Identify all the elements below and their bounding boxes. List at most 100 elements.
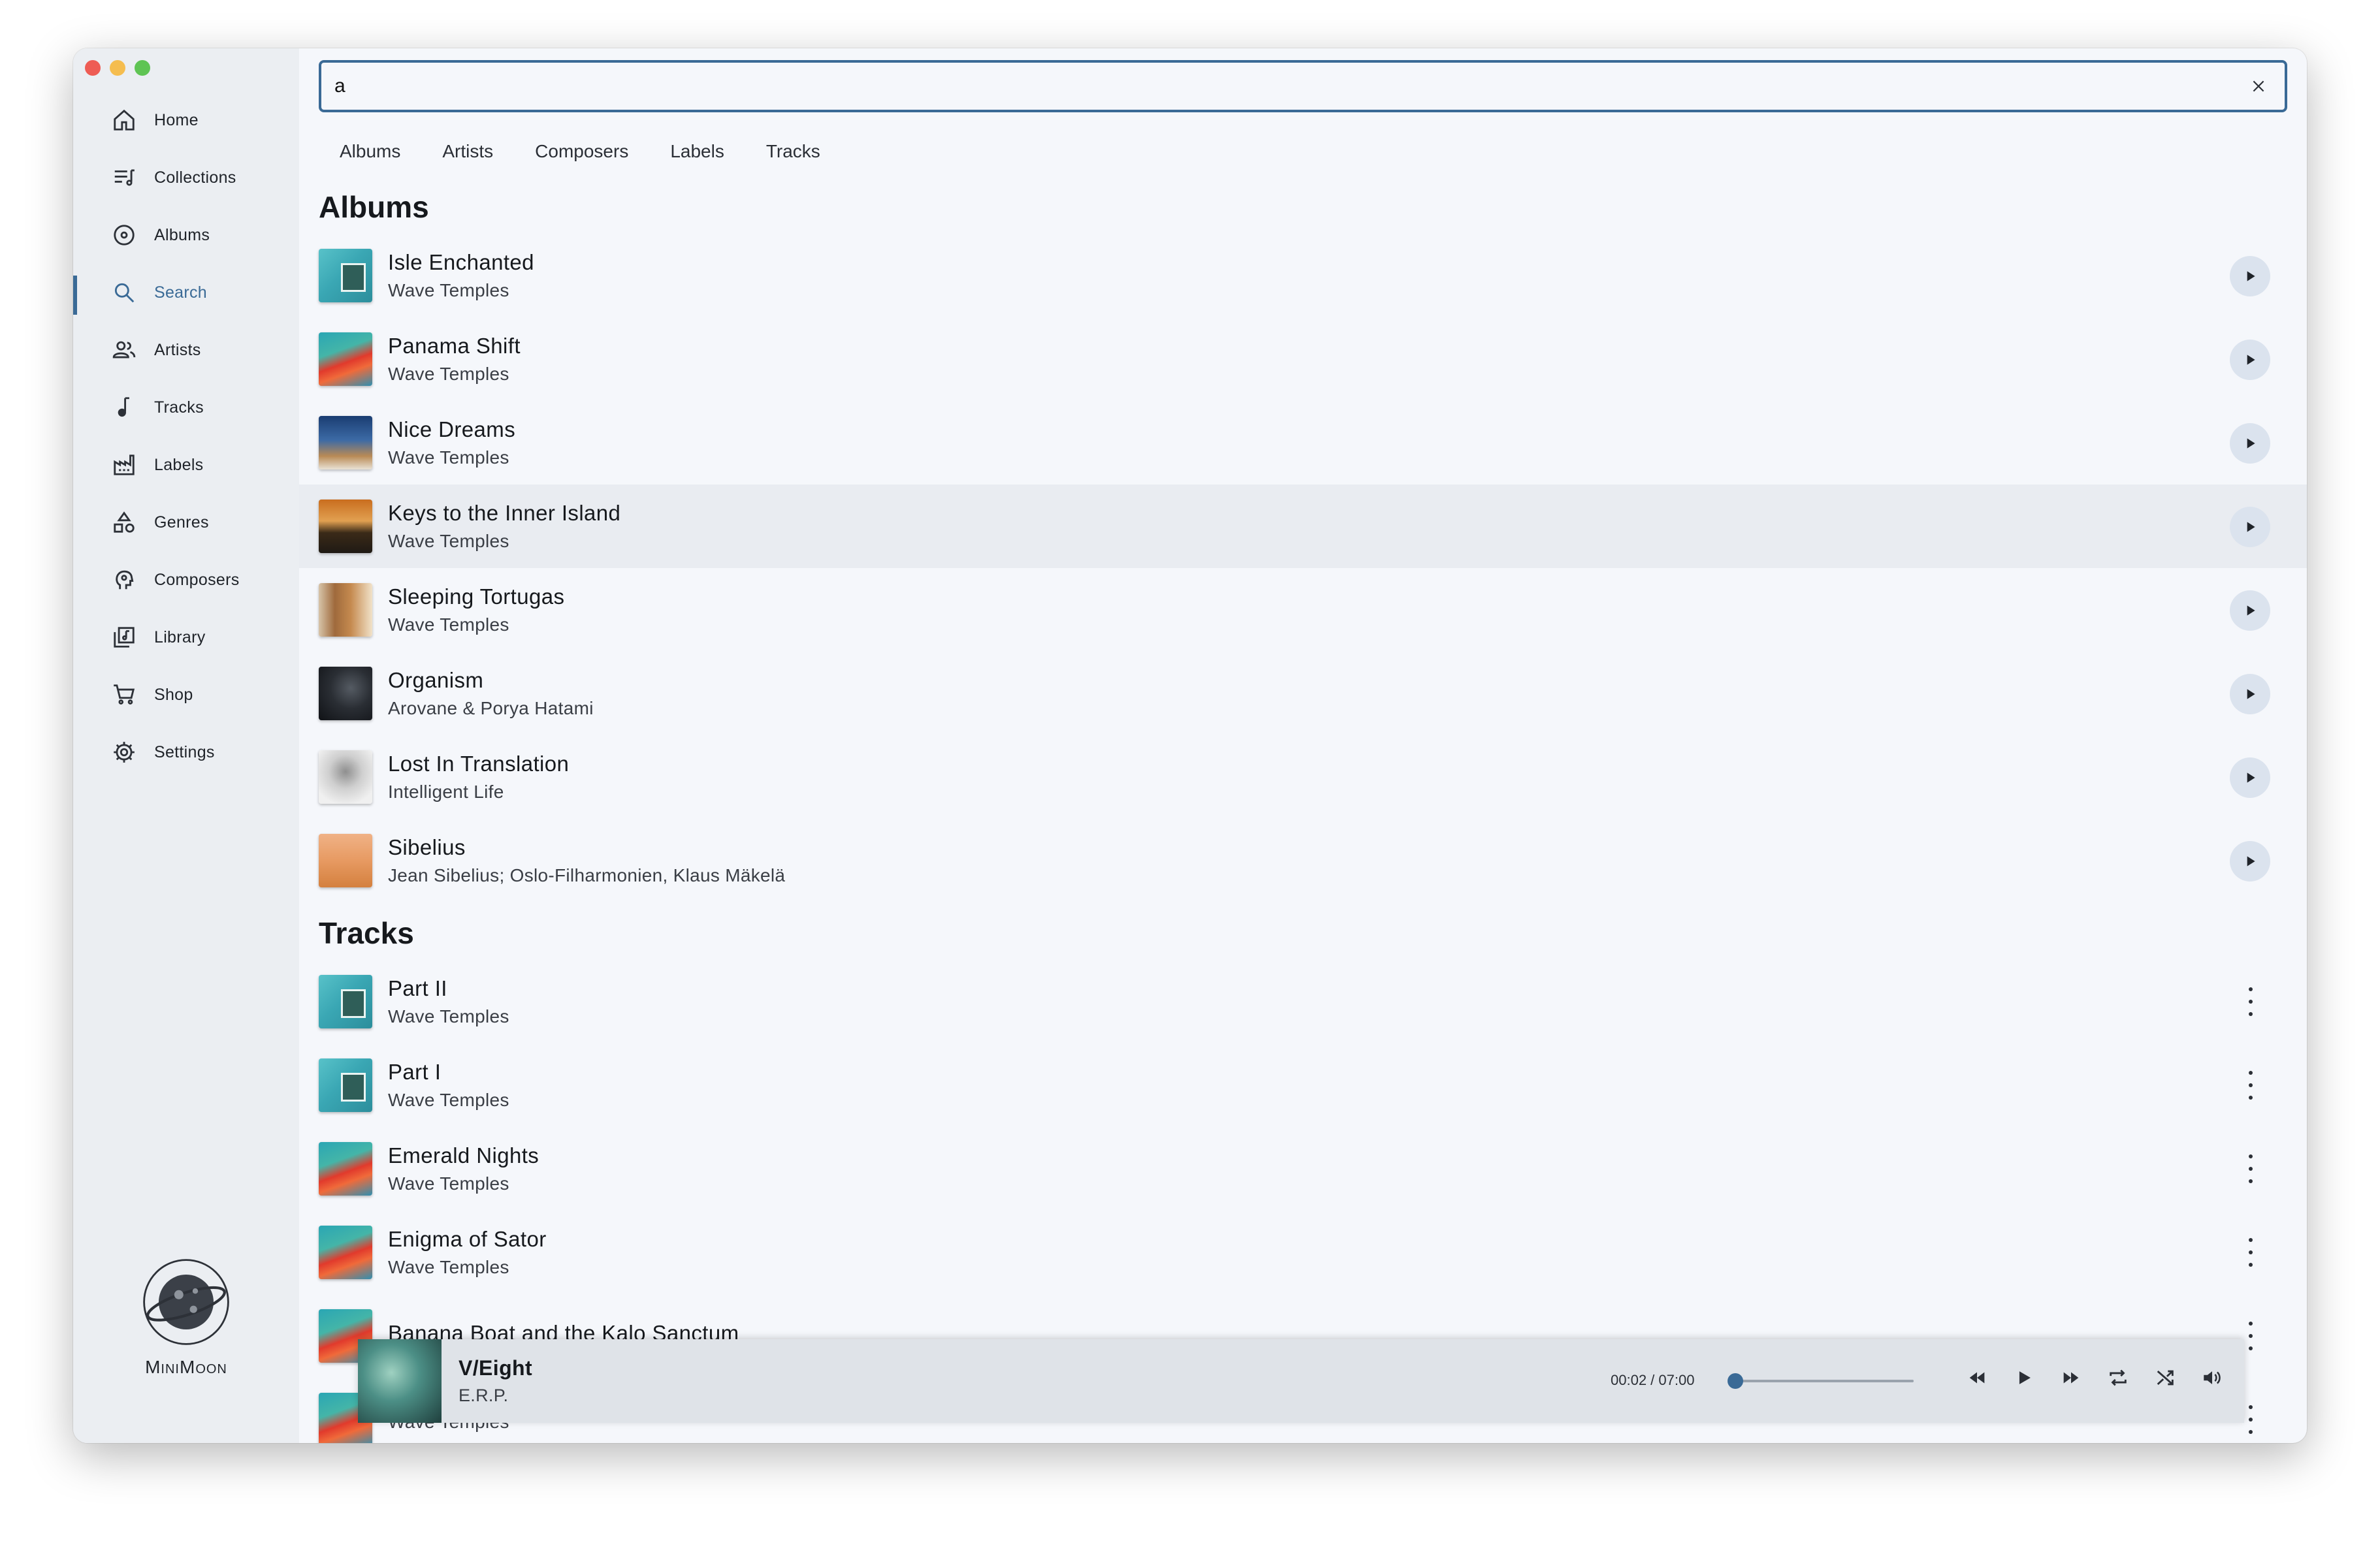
tab-labels[interactable]: Labels — [649, 132, 745, 171]
album-row[interactable]: Lost In Translation Intelligent Life — [299, 735, 2307, 819]
more-options-button[interactable] — [2238, 1071, 2264, 1100]
track-artist: Wave Temples — [388, 1173, 509, 1194]
minimize-window-button[interactable] — [110, 60, 125, 76]
track-row[interactable]: Emerald Nights Wave Temples — [299, 1127, 2307, 1211]
playback-controls — [1965, 1365, 2225, 1390]
sidebar-item-genres[interactable]: Genres — [73, 494, 299, 551]
album-title: Panama Shift — [388, 334, 521, 358]
sidebar-item-tracks[interactable]: Tracks — [73, 379, 299, 436]
more-dot — [2249, 1083, 2253, 1087]
sidebar-item-label: Shop — [154, 685, 193, 704]
more-dot — [2249, 1418, 2253, 1422]
sidebar-item-composers[interactable]: Composers — [73, 551, 299, 609]
sidebar-item-label: Tracks — [154, 398, 204, 417]
fast-forward-button[interactable] — [2059, 1365, 2083, 1390]
search-icon — [111, 279, 137, 306]
volume-button[interactable] — [2200, 1365, 2225, 1390]
tab-tracks[interactable]: Tracks — [745, 132, 841, 171]
sidebar-item-library[interactable]: Library — [73, 609, 299, 666]
album-title: Organism — [388, 668, 484, 692]
album-artist: Wave Temples — [388, 364, 509, 384]
more-dot — [2249, 1071, 2253, 1075]
album-row[interactable]: Nice Dreams Wave Temples — [299, 401, 2307, 485]
play-icon — [2019, 1371, 2031, 1384]
minimoon-logo — [143, 1259, 229, 1345]
window-controls — [85, 60, 150, 76]
play-album-button[interactable] — [2230, 423, 2270, 464]
album-cover — [319, 667, 372, 720]
track-artist: Wave Temples — [388, 1006, 509, 1026]
play-album-button[interactable] — [2230, 507, 2270, 547]
track-row[interactable]: Part I Wave Temples — [299, 1043, 2307, 1127]
album-row[interactable]: Panama Shift Wave Temples — [299, 317, 2307, 401]
repeat-icon — [2110, 1369, 2127, 1386]
play-album-button[interactable] — [2230, 841, 2270, 882]
album-row[interactable]: Sleeping Tortugas Wave Temples — [299, 568, 2307, 652]
sidebar-item-search[interactable]: Search — [73, 264, 299, 321]
now-playing-artist[interactable]: E.R.P. — [458, 1386, 532, 1406]
play-album-button[interactable] — [2230, 256, 2270, 296]
more-dot — [2249, 1405, 2253, 1409]
more-dot — [2249, 1263, 2253, 1267]
more-dot — [2249, 1154, 2253, 1158]
search-tabs: Albums Artists Composers Labels Tracks — [319, 132, 841, 171]
track-title: Part I — [388, 1060, 442, 1084]
play-album-button[interactable] — [2230, 757, 2270, 798]
play-album-button[interactable] — [2230, 674, 2270, 714]
album-row[interactable]: Isle Enchanted Wave Temples — [299, 234, 2307, 317]
zoom-window-button[interactable] — [135, 60, 150, 76]
progress-slider[interactable] — [1728, 1373, 1914, 1389]
track-title: Part II — [388, 976, 447, 1000]
more-options-button[interactable] — [2238, 987, 2264, 1016]
album-artist: Wave Temples — [388, 614, 509, 635]
album-title: Sibelius — [388, 835, 466, 859]
play-icon — [2247, 689, 2255, 699]
sidebar-item-artists[interactable]: Artists — [73, 321, 299, 379]
playlist-icon — [111, 165, 137, 191]
close-icon — [2253, 80, 2264, 92]
fast-forward-icon — [2063, 1372, 2079, 1384]
album-row[interactable]: Keys to the Inner Island Wave Temples — [299, 485, 2307, 568]
sidebar-item-collections[interactable]: Collections — [73, 149, 299, 206]
repeat-button[interactable] — [2106, 1365, 2131, 1390]
play-album-button[interactable] — [2230, 340, 2270, 380]
play-album-button[interactable] — [2230, 590, 2270, 631]
more-dot — [2249, 1179, 2253, 1183]
tab-composers[interactable]: Composers — [514, 132, 649, 171]
track-row[interactable]: Part II Wave Temples — [299, 960, 2307, 1043]
tab-albums[interactable]: Albums — [319, 132, 421, 171]
library-icon — [111, 624, 137, 650]
play-icon — [2247, 355, 2255, 365]
track-row[interactable]: Enigma of Sator Wave Temples — [299, 1211, 2307, 1294]
shuffle-icon — [2157, 1370, 2174, 1386]
album-row[interactable]: Sibelius Jean Sibelius; Oslo-Filharmonien… — [299, 819, 2307, 902]
factory-icon — [111, 452, 137, 478]
progress-knob[interactable] — [1728, 1373, 1744, 1389]
rewind-button[interactable] — [1965, 1365, 1989, 1390]
more-dot — [2249, 1334, 2253, 1338]
clear-search-button[interactable] — [2245, 73, 2272, 99]
track-cover — [319, 1058, 372, 1112]
album-row[interactable]: Organism Arovane & Porya Hatami — [299, 652, 2307, 735]
now-playing-cover[interactable] — [358, 1339, 442, 1423]
sidebar-item-labels[interactable]: Labels — [73, 436, 299, 494]
search-input[interactable] — [334, 75, 2245, 97]
tab-artists[interactable]: Artists — [421, 132, 514, 171]
more-dot — [2249, 1096, 2253, 1100]
sidebar-item-shop[interactable]: Shop — [73, 666, 299, 723]
sidebar-item-settings[interactable]: Settings — [73, 723, 299, 781]
sidebar-item-albums[interactable]: Albums — [73, 206, 299, 264]
album-artist: Wave Temples — [388, 280, 509, 300]
shuffle-button[interactable] — [2153, 1365, 2178, 1390]
now-playing-title[interactable]: V/Eight — [458, 1356, 532, 1380]
sidebar-item-home[interactable]: Home — [73, 91, 299, 149]
close-window-button[interactable] — [85, 60, 101, 76]
sidebar-item-label: Search — [154, 283, 208, 302]
more-options-button[interactable] — [2238, 1238, 2264, 1267]
play-icon — [2247, 856, 2255, 866]
play-button[interactable] — [2012, 1365, 2036, 1390]
sidebar-item-label: Labels — [154, 455, 204, 474]
more-dot — [2249, 1238, 2253, 1242]
album-artist: Wave Temples — [388, 531, 509, 551]
more-options-button[interactable] — [2238, 1154, 2264, 1183]
